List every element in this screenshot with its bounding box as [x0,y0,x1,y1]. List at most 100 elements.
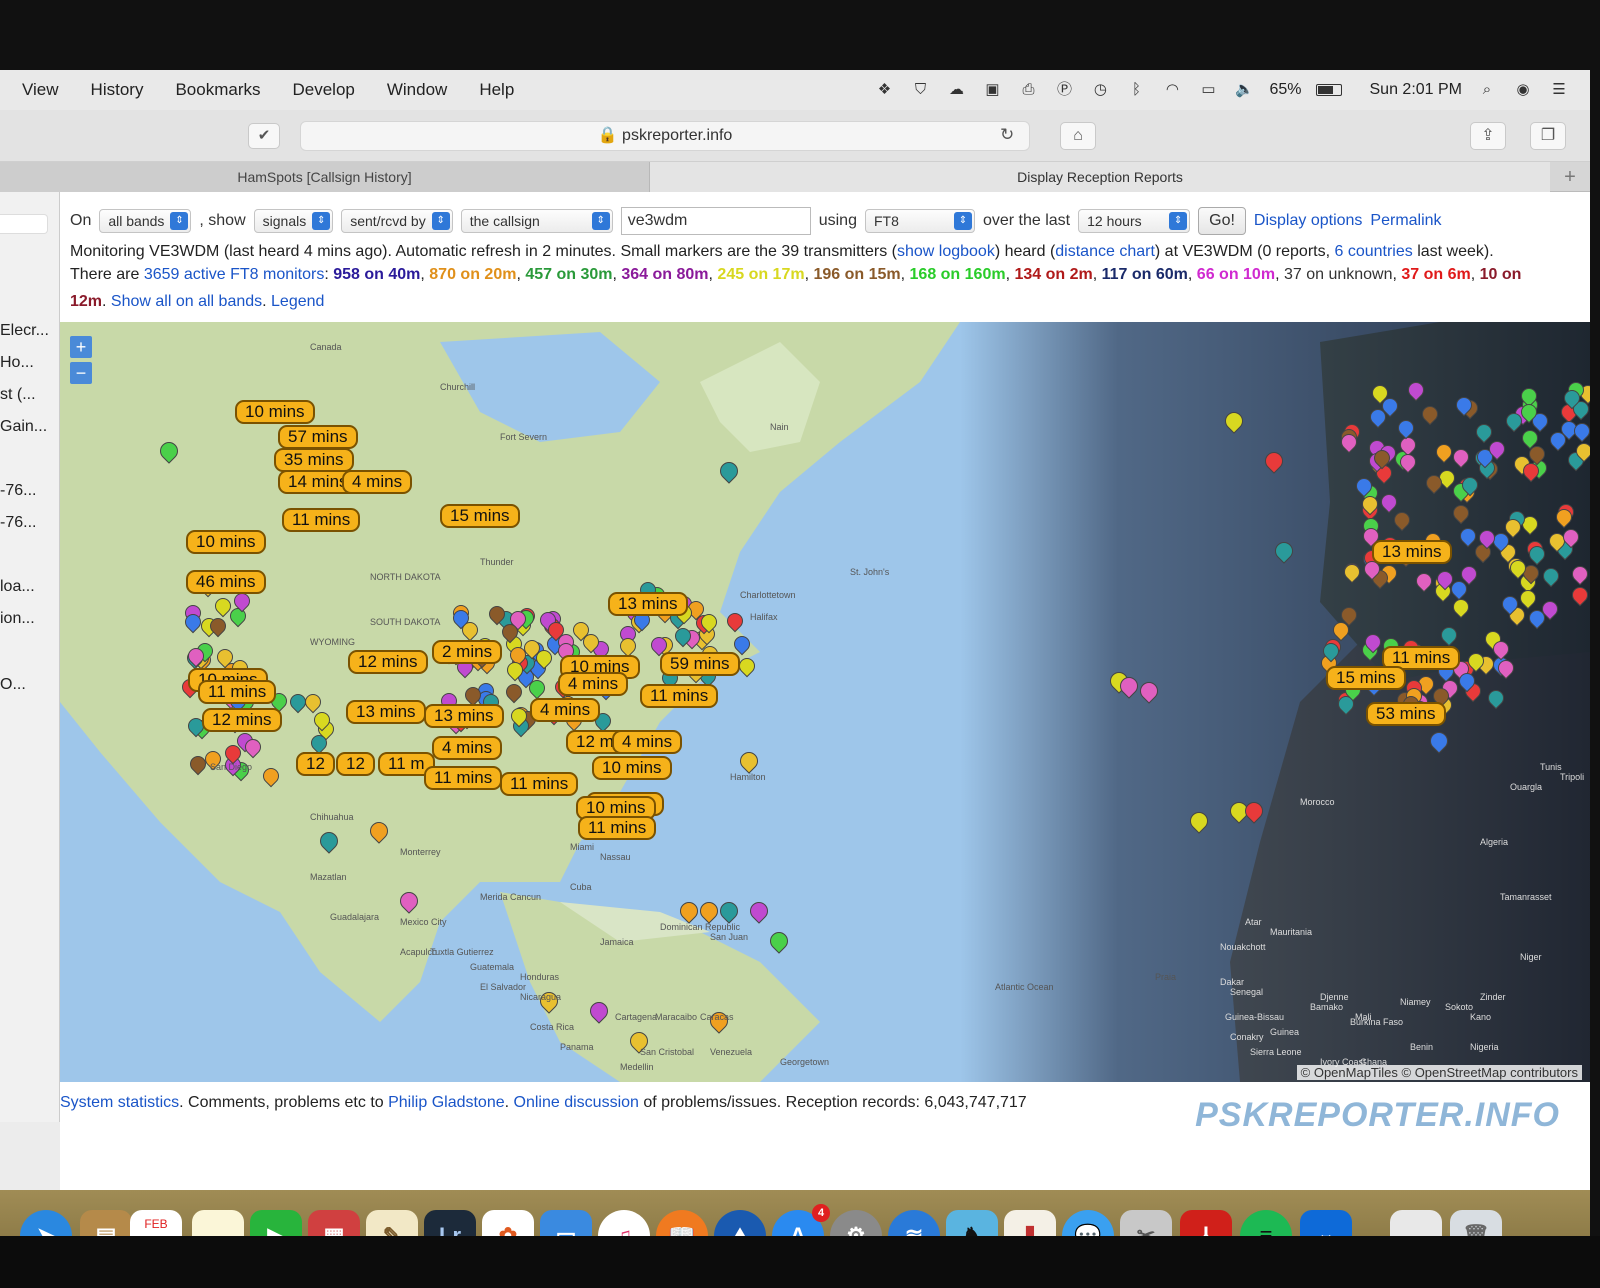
map-place-label: Nicaragua [520,992,562,1002]
map-place-label: Cartagena [615,1012,658,1022]
permalink-link[interactable]: Permalink [1370,212,1441,230]
menu-help[interactable]: Help [469,80,524,100]
sidebar-item[interactable]: O... [0,676,26,694]
period-select[interactable]: 12 hours ⇕ [1078,209,1191,233]
mode-select[interactable]: FT8 ⇕ [864,209,975,233]
time-since-label: 11 mins [578,816,657,840]
band-count[interactable]: 12m [70,293,102,310]
battery-icon[interactable] [1315,84,1342,96]
sidebar-item[interactable]: Ho... [0,354,34,372]
show-logbook-link[interactable]: show logbook [897,243,995,260]
band-count[interactable]: 117 on 60m [1102,266,1188,283]
parking-icon[interactable]: Ⓟ [1053,80,1075,100]
menu-view[interactable]: View [12,80,69,100]
time-since-label: 11 mins [282,508,361,532]
map-place-label: Fort Severn [500,432,548,442]
sidebar-item[interactable]: st (... [0,386,36,404]
map-place-label: Tuxtla Gutierrez [430,947,494,957]
vpn-shield-icon[interactable]: ⛉ [909,80,931,100]
sidebar-item[interactable]: ion... [0,610,35,628]
tab-hamspots[interactable]: HamSpots [Callsign History] [0,162,650,192]
legend-link[interactable]: Legend [271,293,324,310]
band-select[interactable]: all bands ⇕ [99,209,192,233]
band-count[interactable]: 134 on 2m [1014,266,1092,283]
band-count[interactable]: 168 on 160m [910,266,1006,283]
time-since-label: 15 mins [440,504,520,528]
band-count[interactable]: 958 on 40m [333,266,420,283]
distance-chart-link[interactable]: distance chart [1055,243,1155,260]
band-count[interactable]: 245 on 17m [717,266,804,283]
map-place-label: Morocco [1300,797,1335,807]
band-count[interactable]: 10 on [1480,266,1522,283]
tab-overview-icon[interactable]: ❐ [1530,122,1566,150]
sidebar-search-field[interactable] [0,214,48,234]
new-tab-icon[interactable]: + [1555,164,1585,190]
siri-icon[interactable]: ◉ [1512,80,1534,100]
map-attribution[interactable]: © OpenMapTiles © OpenStreetMap contribut… [1296,1065,1582,1080]
sidebar-item[interactable]: loa... [0,578,35,596]
creative-cloud-icon[interactable]: ☁ [945,80,967,100]
map-place-label: Djenne [1320,992,1349,1002]
band-count[interactable]: 196 on 15m [813,266,900,283]
spotlight-search-icon[interactable]: ⌕ [1476,80,1498,100]
band-count[interactable]: 37 on 6m [1401,266,1470,283]
bluetooth-icon[interactable]: ᛒ [1125,80,1147,100]
online-discussion-link[interactable]: Online discussion [514,1094,639,1111]
menu-develop[interactable]: Develop [282,80,364,100]
wifi-icon[interactable]: ◠ [1161,80,1183,100]
band-count[interactable]: 364 on 80m [621,266,708,283]
browser-toolbar: ✔ 🔒 pskreporter.info ↻ ⌂ ⇪ ❐ [0,110,1590,162]
sidebar-item[interactable]: -76... [0,482,36,500]
sidebar-item[interactable]: -76... [0,514,36,532]
pskreporter-page: On all bands ⇕ , show signals ⇕ sent/rcvd … [60,192,1590,1202]
printer-icon[interactable]: ⎙ [1017,80,1039,100]
direction-select[interactable]: sent/rcvd by ⇕ [341,209,453,233]
sidebar-item[interactable]: Elecr... [0,322,49,340]
tab-display-reception-reports[interactable]: Display Reception Reports [650,162,1550,192]
battery-percent[interactable]: 65% [1269,81,1301,99]
show-select[interactable]: signals ⇕ [253,209,334,233]
share-icon[interactable]: ⇪ [1470,122,1506,150]
zoom-in-button[interactable]: + [70,336,92,358]
select-arrows-icon: ⇕ [591,212,610,230]
display-options-link[interactable]: Display options [1254,212,1363,230]
app-tray-icon[interactable]: ▣ [981,80,1003,100]
notification-center-icon[interactable]: ☰ [1548,80,1570,100]
zoom-out-button[interactable]: − [70,362,92,384]
clock[interactable]: Sun 2:01 PM [1370,81,1463,99]
map-place-label: San Juan [710,932,749,942]
map-place-label: Guinea-Bissau [1225,1012,1285,1022]
band-count[interactable]: 457 on 30m [525,266,612,283]
map-place-label: Dominican Republic [660,922,741,932]
home-icon[interactable]: ⌂ [1060,122,1096,150]
band-count[interactable]: 870 on 20m [429,266,516,283]
countries-link[interactable]: 6 countries [1334,243,1412,260]
tab-bar: HamSpots [Callsign History] Display Rece… [0,162,1590,192]
map-place-label: Tunis [1540,762,1562,772]
privacy-check-icon[interactable]: ✔ [248,123,280,149]
airplay-icon[interactable]: ▭ [1197,80,1219,100]
map-place-label: Mexico City [400,917,447,927]
time-machine-icon[interactable]: ◷ [1089,80,1111,100]
sidebar-item[interactable]: Gain... [0,418,47,436]
reception-map[interactable]: + − Canada Churchill Fort Severn Nain Thunde… [60,322,1590,1082]
author-link[interactable]: Philip Gladstone [388,1094,505,1111]
target-select[interactable]: the callsign ⇕ [460,209,613,233]
address-bar[interactable]: 🔒 pskreporter.info [300,121,1030,151]
menu-history[interactable]: History [81,80,154,100]
system-statistics-link[interactable]: System statistics [60,1094,179,1111]
dropbox-icon[interactable]: ❖ [873,80,895,100]
band-count[interactable]: 37 on unknown [1284,266,1393,283]
band-count[interactable]: 66 on 10m [1197,266,1275,283]
active-monitors-link[interactable]: 3659 active FT8 monitors [144,266,325,283]
page-footer: System statistics. Comments, problems et… [60,1088,1590,1134]
time-since-label: 4 mins [342,470,413,494]
show-all-link[interactable]: Show all on all bands [111,293,262,310]
reload-icon[interactable]: ↻ [1000,125,1014,145]
url-text: pskreporter.info [622,127,733,144]
volume-icon[interactable]: 🔈 [1233,80,1255,100]
menu-bookmarks[interactable]: Bookmarks [165,80,270,100]
menu-window[interactable]: Window [377,80,457,100]
go-button[interactable]: Go! [1198,207,1246,235]
callsign-input[interactable]: ve3wdm [620,207,811,235]
